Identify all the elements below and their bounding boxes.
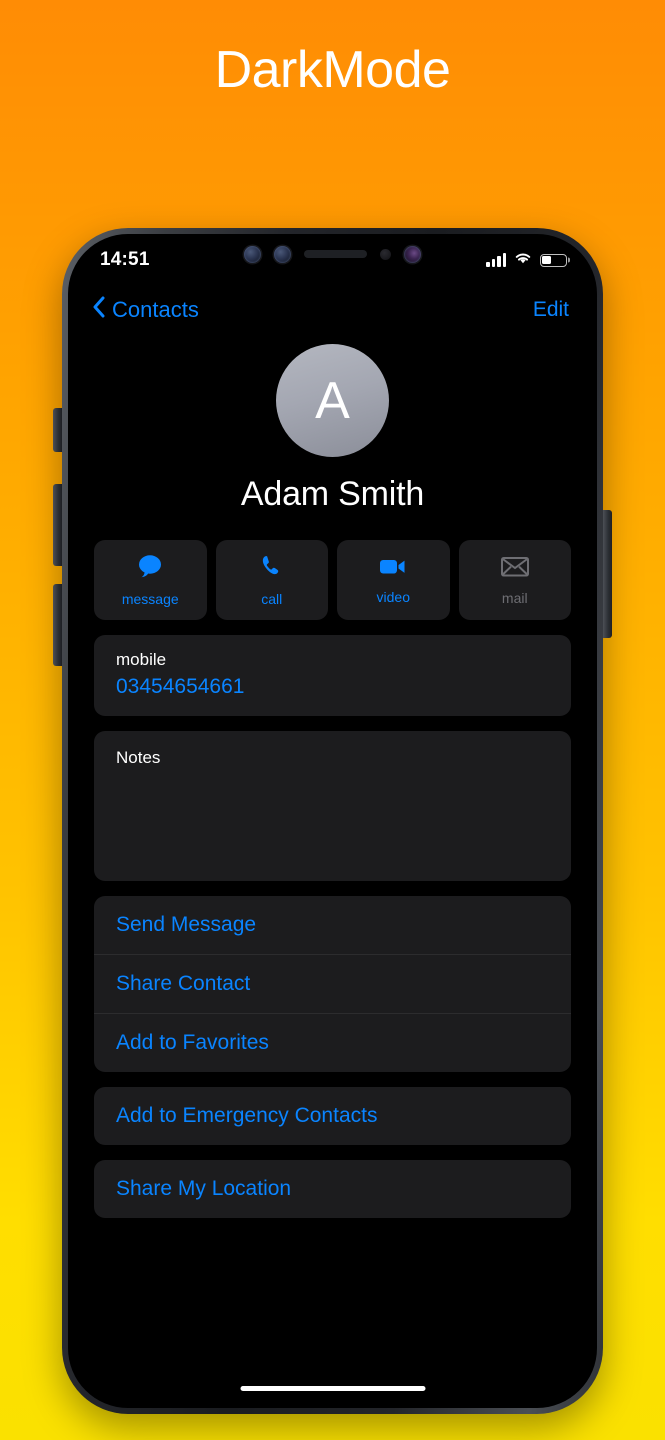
- silent-switch[interactable]: [53, 408, 62, 452]
- signal-bars-icon: [486, 252, 506, 267]
- phone-icon: [259, 553, 285, 584]
- wifi-icon: [514, 251, 532, 270]
- back-to-contacts-button[interactable]: Contacts: [92, 296, 199, 324]
- share-contact-row[interactable]: Share Contact: [94, 954, 571, 1013]
- volume-down-button[interactable]: [53, 584, 62, 666]
- video-camera-icon: [378, 555, 408, 582]
- page-title: DarkMode: [214, 41, 451, 99]
- phone-bezel: 14:51 Contacts Edit A Adam Smith message…: [68, 234, 597, 1408]
- phone-label: mobile: [116, 650, 167, 669]
- call-action-label: call: [261, 591, 283, 607]
- message-bubble-icon: [136, 553, 164, 584]
- avatar-initial: A: [315, 371, 350, 430]
- quick-action-row: message call video mail: [94, 540, 571, 620]
- notes-card[interactable]: Notes: [94, 731, 571, 881]
- status-bar-time: 14:51: [100, 249, 150, 270]
- envelope-icon: [500, 555, 530, 583]
- video-action-button[interactable]: video: [337, 540, 450, 620]
- battery-icon: [540, 253, 567, 267]
- back-button-label: Contacts: [112, 297, 199, 322]
- action-list-group-3: Share My Location: [94, 1160, 571, 1218]
- call-action-button[interactable]: call: [215, 540, 328, 620]
- chevron-left-icon: [92, 296, 105, 324]
- contact-name: Adam Smith: [240, 475, 425, 513]
- mail-action-button: mail: [458, 540, 571, 620]
- avatar[interactable]: A: [276, 344, 389, 457]
- notes-label: Notes: [116, 748, 161, 767]
- send-message-row[interactable]: Send Message: [94, 896, 571, 954]
- status-bar-icons: [486, 251, 567, 270]
- add-to-favorites-row[interactable]: Add to Favorites: [94, 1013, 571, 1072]
- navigation-bar: Contacts Edit: [72, 282, 593, 338]
- phone-number-value[interactable]: 03454654661: [116, 675, 549, 699]
- action-list-group-1: Send Message Share Contact Add to Favori…: [94, 896, 571, 1072]
- contact-header: A Adam Smith: [94, 338, 571, 514]
- home-indicator[interactable]: [240, 1385, 425, 1391]
- share-my-location-row[interactable]: Share My Location: [94, 1160, 571, 1218]
- mail-action-label: mail: [501, 589, 528, 606]
- status-bar: 14:51: [72, 238, 593, 282]
- volume-up-button[interactable]: [53, 484, 62, 566]
- video-action-label: video: [376, 589, 410, 605]
- power-button[interactable]: [603, 510, 612, 638]
- phone-device-frame: 14:51 Contacts Edit A Adam Smith message…: [53, 228, 612, 1414]
- phone-number-card[interactable]: mobile 03454654661: [94, 635, 571, 716]
- message-action-button[interactable]: message: [94, 540, 207, 620]
- action-list-group-2: Add to Emergency Contacts: [94, 1087, 571, 1145]
- phone-screen: 14:51 Contacts Edit A Adam Smith message…: [72, 238, 593, 1404]
- edit-button[interactable]: Edit: [533, 298, 569, 322]
- contact-detail-content: A Adam Smith message call video mail mob…: [72, 338, 593, 1404]
- message-action-label: message: [121, 591, 179, 607]
- add-to-emergency-contacts-row[interactable]: Add to Emergency Contacts: [94, 1087, 571, 1145]
